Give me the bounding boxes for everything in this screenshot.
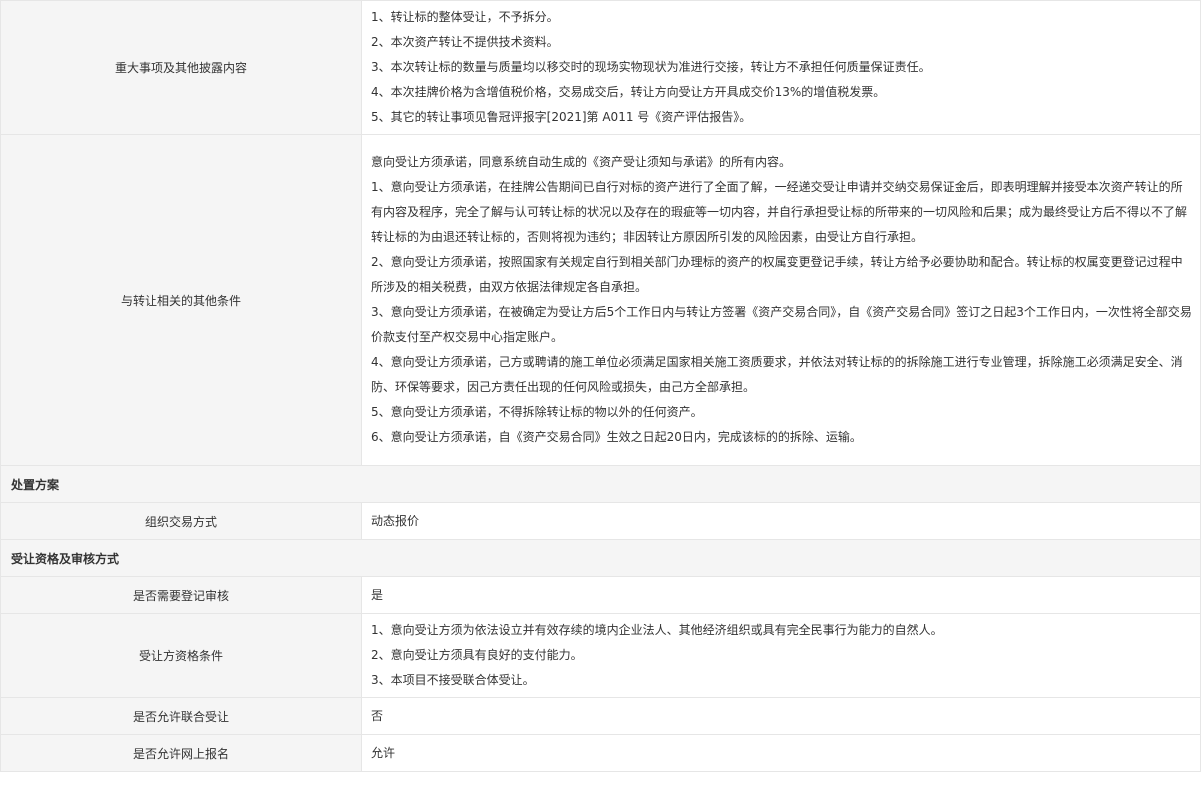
row-value-joint-bid: 否 bbox=[361, 697, 1201, 735]
condition-paragraph: 3、意向受让方须承诺，在被确定为受让方后5个工作日内与转让方签署《资产交易合同》… bbox=[371, 305, 1192, 344]
condition-paragraph: 6、意向受让方须承诺，自《资产交易合同》生效之日起20日内，完成该标的的拆除、运… bbox=[371, 430, 862, 444]
section-header-row: 受让资格及审核方式 bbox=[0, 539, 1201, 577]
row-value-other-conditions: 意向受让方须承诺，同意系统自动生成的《资产受让须知与承诺》的所有内容。 1、意向… bbox=[361, 134, 1201, 466]
table-row: 与转让相关的其他条件 意向受让方须承诺，同意系统自动生成的《资产受让须知与承诺》… bbox=[0, 134, 1201, 466]
condition-paragraph: 意向受让方须承诺，同意系统自动生成的《资产受让须知与承诺》的所有内容。 bbox=[371, 155, 792, 169]
table-row: 组织交易方式 动态报价 bbox=[0, 502, 1201, 540]
section-header-row: 处置方案 bbox=[0, 465, 1201, 503]
row-value-disclosure: 1、转让标的整体受让，不予拆分。 2、本次资产转让不提供技术资料。 3、本次转让… bbox=[361, 0, 1201, 135]
table-row: 是否允许网上报名 允许 bbox=[0, 734, 1201, 772]
condition-paragraph: 1、意向受让方须承诺，在挂牌公告期间已自行对标的资产进行了全面了解，一经递交受让… bbox=[371, 180, 1188, 244]
row-label-online-signup: 是否允许网上报名 bbox=[0, 734, 362, 772]
row-value-qualification: 1、意向受让方须为依法设立并有效存续的境内企业法人、其他经济组织或具有完全民事行… bbox=[361, 613, 1201, 698]
row-value-need-review: 是 bbox=[361, 576, 1201, 614]
row-label-joint-bid: 是否允许联合受让 bbox=[0, 697, 362, 735]
row-label-other-conditions: 与转让相关的其他条件 bbox=[0, 134, 362, 466]
row-label-trade-method: 组织交易方式 bbox=[0, 502, 362, 540]
row-label-need-review: 是否需要登记审核 bbox=[0, 576, 362, 614]
disclosure-line: 1、转让标的整体受让，不予拆分。 bbox=[371, 10, 559, 24]
disclosure-line: 5、其它的转让事项见鲁冠评报字[2021]第 A011 号《资产评估报告》。 bbox=[371, 110, 752, 124]
disclosure-line: 4、本次挂牌价格为含增值税价格，交易成交后，转让方向受让方开具成交价13%的增值… bbox=[371, 85, 886, 99]
row-label-qualification: 受让方资格条件 bbox=[0, 613, 362, 698]
disclosure-line: 3、本次转让标的数量与质量均以移交时的现场实物现状为准进行交接，转让方不承担任何… bbox=[371, 60, 931, 74]
disclosure-line: 2、本次资产转让不提供技术资料。 bbox=[371, 35, 559, 49]
project-info-table: 重大事项及其他披露内容 1、转让标的整体受让，不予拆分。 2、本次资产转让不提供… bbox=[0, 0, 1201, 772]
qualification-line: 1、意向受让方须为依法设立并有效存续的境内企业法人、其他经济组织或具有完全民事行… bbox=[371, 623, 943, 637]
qualification-line: 2、意向受让方须具有良好的支付能力。 bbox=[371, 648, 583, 662]
table-row: 受让方资格条件 1、意向受让方须为依法设立并有效存续的境内企业法人、其他经济组织… bbox=[0, 613, 1201, 698]
row-value-trade-method: 动态报价 bbox=[361, 502, 1201, 540]
section-title-plan: 处置方案 bbox=[0, 465, 1201, 503]
table-row: 是否允许联合受让 否 bbox=[0, 697, 1201, 735]
section-title-qualification: 受让资格及审核方式 bbox=[0, 539, 1201, 577]
condition-paragraph: 2、意向受让方须承诺，按照国家有关规定自行到相关部门办理标的资产的权属变更登记手… bbox=[371, 255, 1183, 294]
table-row: 是否需要登记审核 是 bbox=[0, 576, 1201, 614]
row-value-online-signup: 允许 bbox=[361, 734, 1201, 772]
table-row: 重大事项及其他披露内容 1、转让标的整体受让，不予拆分。 2、本次资产转让不提供… bbox=[0, 0, 1201, 135]
condition-paragraph: 5、意向受让方须承诺，不得拆除转让标的物以外的任何资产。 bbox=[371, 405, 703, 419]
row-label-disclosure: 重大事项及其他披露内容 bbox=[0, 0, 362, 135]
qualification-line: 3、本项目不接受联合体受让。 bbox=[371, 673, 535, 687]
condition-paragraph: 4、意向受让方须承诺，己方或聘请的施工单位必须满足国家相关施工资质要求，并依法对… bbox=[371, 355, 1183, 394]
